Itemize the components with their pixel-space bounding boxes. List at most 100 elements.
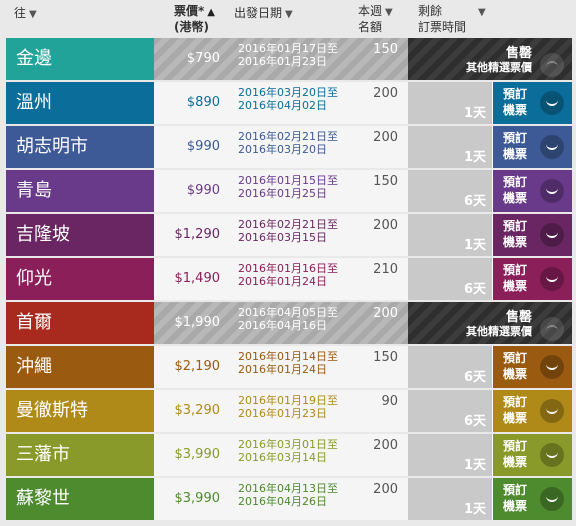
date-to: 2016年03月20日	[238, 143, 327, 156]
table-row[interactable]: 胡志明市 $990 2016年02月21日至 2016年03月20日 200 1…	[6, 126, 572, 168]
sort-price[interactable]: 票價* ▲ (港幣)	[174, 4, 215, 34]
fare-details: $990 2016年01月15日至 2016年01月25日 150	[154, 170, 408, 212]
weekly-seats: 90	[381, 394, 398, 409]
fare-price: $1,990	[174, 315, 221, 330]
book-ticket-label: 預訂 機票	[503, 483, 528, 513]
destination-city[interactable]: 沖繩	[6, 346, 154, 388]
fare-details: $1,290 2016年02月21日至 2016年03月15日 200	[154, 214, 408, 256]
weekly-seats: 200	[373, 218, 398, 233]
smile-icon	[540, 179, 564, 203]
table-row[interactable]: 吉隆坡 $1,290 2016年02月21日至 2016年03月15日 200 …	[6, 214, 572, 256]
destination-city[interactable]: 三藩市	[6, 434, 154, 476]
book-ticket-button[interactable]: 預訂 機票	[492, 82, 572, 124]
sort-remaining[interactable]: 剩餘 ▼ 訂票時間	[418, 4, 486, 34]
table-row[interactable]: 仰光 $1,490 2016年01月16日至 2016年01月24日 210 6…	[6, 258, 572, 300]
remaining-days: 6天	[463, 414, 486, 429]
table-row[interactable]: 青島 $990 2016年01月15日至 2016年01月25日 150 6天 …	[6, 170, 572, 212]
smile-icon	[540, 443, 564, 467]
fare-details: $890 2016年03月20日至 2016年04月02日 200	[154, 82, 408, 124]
date-to: 2016年04月02日	[238, 99, 327, 112]
remaining-time-cell: 6天	[408, 258, 492, 300]
remaining-time-cell: 1天	[408, 82, 492, 124]
travel-dates: 2016年01月17日至 2016年01月23日	[238, 42, 338, 68]
destination-city[interactable]: 曼徹斯特	[6, 390, 154, 432]
book-ticket-button[interactable]: 預訂 機票	[492, 478, 572, 520]
table-row[interactable]: 蘇黎世 $3,990 2016年04月13日至 2016年04月26日 200 …	[6, 478, 572, 520]
sort-destination[interactable]: 往 ▼	[14, 6, 37, 22]
date-header-label: 出發日期	[234, 6, 283, 20]
sort-down-icon: ▼	[285, 9, 293, 20]
remaining-time-cell: 1天	[408, 214, 492, 256]
date-to: 2016年04月16日	[238, 319, 327, 332]
destination-city[interactable]: 吉隆坡	[6, 214, 154, 256]
sad-face-icon	[540, 317, 564, 341]
smile-icon	[540, 135, 564, 159]
smile-icon	[540, 399, 564, 423]
remaining-days: 6天	[463, 282, 486, 297]
date-from: 2016年02月21日至	[238, 218, 338, 231]
table-row[interactable]: 金邊 $790 2016年01月17日至 2016年01月23日 150 售罄 …	[6, 38, 572, 80]
table-row[interactable]: 首爾 $1,990 2016年04月05日至 2016年04月16日 200 售…	[6, 302, 572, 344]
sold-out-panel[interactable]: 售罄 其他精選票價	[408, 302, 572, 344]
book-ticket-button[interactable]: 預訂 機票	[492, 258, 572, 300]
weekly-seats: 150	[373, 350, 398, 365]
remaining-days: 1天	[463, 502, 486, 517]
deal-rows: 金邊 $790 2016年01月17日至 2016年01月23日 150 售罄 …	[6, 38, 572, 522]
weekly-seats: 200	[373, 306, 398, 321]
travel-dates: 2016年04月13日至 2016年04月26日	[238, 482, 338, 508]
fare-price: $2,190	[174, 359, 221, 374]
date-from: 2016年04月13日至	[238, 482, 338, 495]
date-from: 2016年03月01日至	[238, 438, 338, 451]
smile-icon	[540, 487, 564, 511]
book-ticket-label: 預訂 機票	[503, 87, 528, 117]
remaining-time-cell: 6天	[408, 170, 492, 212]
book-ticket-button[interactable]: 預訂 機票	[492, 346, 572, 388]
destination-city[interactable]: 胡志明市	[6, 126, 154, 168]
fare-price: $990	[186, 183, 220, 198]
book-ticket-button[interactable]: 預訂 機票	[492, 170, 572, 212]
price-header-label: 票價*	[174, 4, 205, 18]
weekly-seats: 200	[373, 438, 398, 453]
travel-dates: 2016年01月19日至 2016年01月23日	[238, 394, 338, 420]
date-from: 2016年01月17日至	[238, 42, 338, 55]
table-row[interactable]: 溫州 $890 2016年03月20日至 2016年04月02日 200 1天 …	[6, 82, 572, 124]
remaining-header-sub: 訂票時間	[418, 20, 467, 34]
travel-dates: 2016年03月20日至 2016年04月02日	[238, 86, 338, 112]
table-row[interactable]: 三藩市 $3,990 2016年03月01日至 2016年03月14日 200 …	[6, 434, 572, 476]
destination-city[interactable]: 青島	[6, 170, 154, 212]
destination-city[interactable]: 仰光	[6, 258, 154, 300]
date-to: 2016年01月24日	[238, 363, 327, 376]
table-header: 往 ▼ 票價* ▲ (港幣) 出發日期 ▼ 本週 ▼ 名額 剩餘 ▼ 訂票時間	[0, 0, 576, 38]
destination-city[interactable]: 首爾	[6, 302, 154, 344]
book-ticket-button[interactable]: 預訂 機票	[492, 214, 572, 256]
fare-details: $990 2016年02月21日至 2016年03月20日 200	[154, 126, 408, 168]
sort-seats[interactable]: 本週 ▼ 名額	[358, 4, 393, 34]
sort-down-icon: ▼	[385, 7, 393, 18]
seats-header-sub: 名額	[358, 20, 383, 34]
book-ticket-button[interactable]: 預訂 機票	[492, 126, 572, 168]
book-ticket-label: 預訂 機票	[503, 351, 528, 381]
book-ticket-label: 預訂 機票	[503, 219, 528, 249]
remaining-time-cell: 6天	[408, 346, 492, 388]
date-from: 2016年02月21日至	[238, 130, 338, 143]
book-ticket-button[interactable]: 預訂 機票	[492, 390, 572, 432]
sort-up-icon: ▲	[207, 7, 215, 18]
book-ticket-button[interactable]: 預訂 機票	[492, 434, 572, 476]
table-row[interactable]: 曼徹斯特 $3,290 2016年01月19日至 2016年01月23日 90 …	[6, 390, 572, 432]
destination-city[interactable]: 金邊	[6, 38, 154, 80]
date-from: 2016年01月16日至	[238, 262, 338, 275]
date-to: 2016年01月23日	[238, 55, 327, 68]
smile-icon	[540, 91, 564, 115]
remaining-days: 1天	[463, 150, 486, 165]
sold-out-panel[interactable]: 售罄 其他精選票價	[408, 38, 572, 80]
book-ticket-label: 預訂 機票	[503, 439, 528, 469]
destination-city[interactable]: 蘇黎世	[6, 478, 154, 520]
sort-date[interactable]: 出發日期 ▼	[234, 6, 293, 22]
destination-city[interactable]: 溫州	[6, 82, 154, 124]
date-to: 2016年01月23日	[238, 407, 327, 420]
travel-dates: 2016年02月21日至 2016年03月20日	[238, 130, 338, 156]
date-to: 2016年01月25日	[238, 187, 327, 200]
weekly-seats: 200	[373, 130, 398, 145]
fare-price: $790	[186, 51, 220, 66]
table-row[interactable]: 沖繩 $2,190 2016年01月14日至 2016年01月24日 150 6…	[6, 346, 572, 388]
